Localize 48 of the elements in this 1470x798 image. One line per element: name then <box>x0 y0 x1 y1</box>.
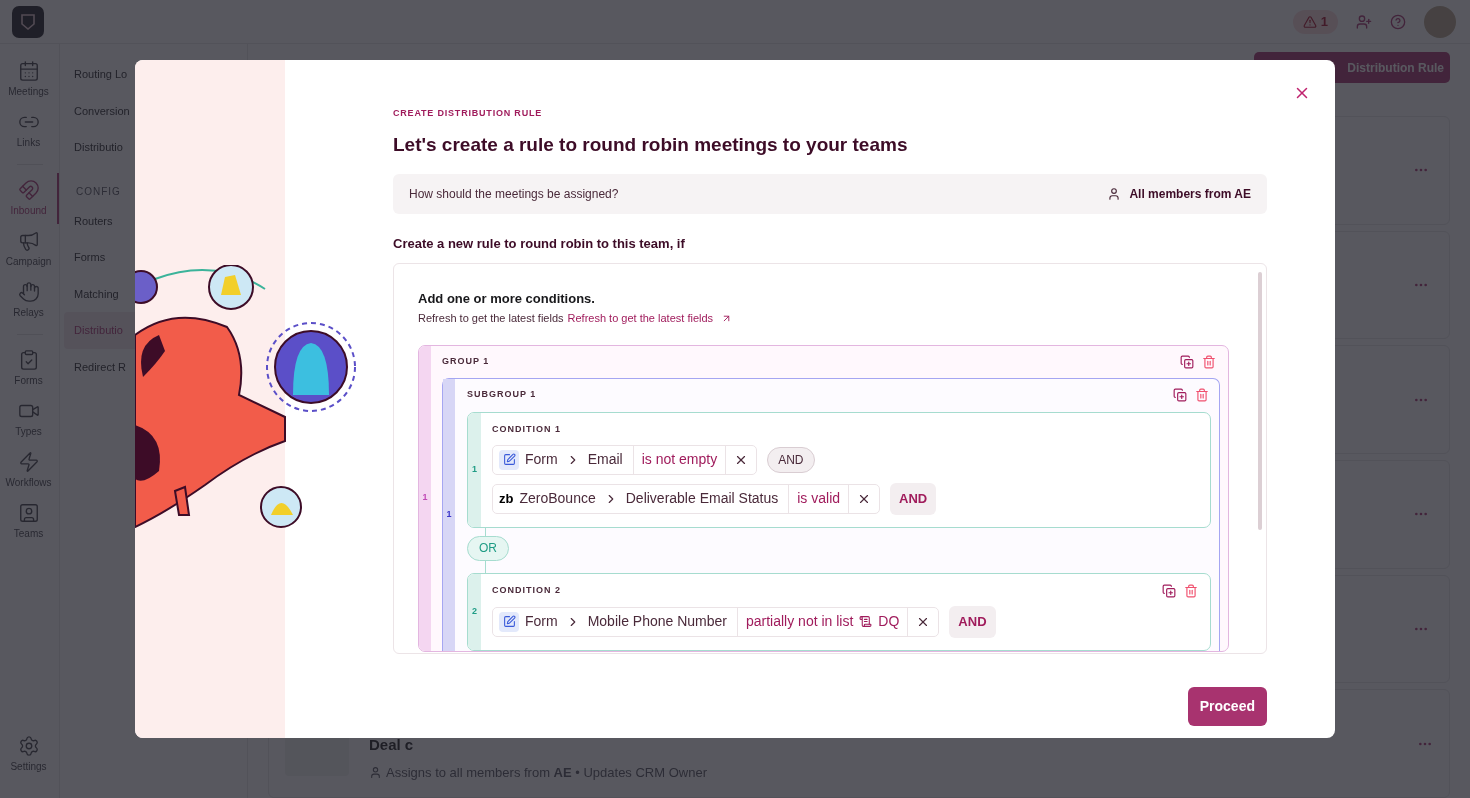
proceed-button[interactable]: Proceed <box>1187 686 1267 726</box>
rule-field[interactable]: Form Email is not empty <box>492 444 758 475</box>
refresh-hint: Refresh to get the latest fields <box>418 311 564 326</box>
eyebrow-text: CREATE DISTRIBUTION RULE <box>393 107 544 120</box>
or-toggle[interactable]: OR <box>467 535 509 561</box>
modal-title: Let's create a rule to round robin meetings to your teams <box>393 132 909 157</box>
condition-label: CONDITION 2 <box>492 583 561 597</box>
group-index: 1 <box>422 491 428 505</box>
logo-text: zb <box>499 489 514 508</box>
conditions-title: Add one or more conditions. <box>418 289 596 308</box>
assign-question: How should the meetings be assigned? <box>409 186 619 203</box>
operator-text: is valid <box>797 489 841 508</box>
add-and-button[interactable]: AND <box>890 482 937 515</box>
condition-index: 1 <box>472 462 477 476</box>
assignment-bar[interactable]: How should the meetings be assigned? All members from AE <box>393 174 1267 214</box>
source-text: Form <box>525 612 558 631</box>
add-and-button[interactable]: AND <box>949 605 996 638</box>
duplicate-button[interactable] <box>1180 354 1194 369</box>
and-toggle[interactable]: AND <box>767 446 815 473</box>
duplicate-button[interactable] <box>1173 387 1187 402</box>
condition-label: CONDITION 1 <box>492 422 561 436</box>
delete-button[interactable] <box>1195 387 1209 402</box>
scrollbar-thumb[interactable] <box>1258 271 1262 530</box>
card-title: Deal c <box>369 735 415 756</box>
rule-prompt: Create a new rule to round robin to this team, if <box>393 235 686 253</box>
refresh-link[interactable]: Refresh to get the latest fields <box>567 310 714 327</box>
subgroup-label: SUBGROUP 1 <box>467 387 537 401</box>
form-icon <box>499 449 519 470</box>
field-text: Deliverable Email Status <box>625 489 780 508</box>
group-label: GROUP 1 <box>442 354 490 368</box>
operator-text: partially not in list <box>745 612 854 631</box>
source-text: ZeroBounce <box>519 489 596 508</box>
rule-field[interactable]: zb ZeroBounce Deliverable Email Status is valid <box>492 483 881 514</box>
duplicate-button[interactable] <box>1162 583 1176 598</box>
operator-text: is not empty <box>641 450 718 469</box>
assignee-text: All members from AE <box>1129 186 1251 203</box>
field-text: Email <box>587 450 624 469</box>
field-text: Mobile Phone Number <box>587 612 728 631</box>
source-text: Form <box>525 450 558 469</box>
user-icon <box>1107 187 1122 201</box>
form-icon <box>499 611 519 632</box>
list-icon <box>859 615 873 628</box>
value-text: DQ <box>878 612 900 631</box>
delete-button[interactable] <box>1202 354 1216 369</box>
delete-button[interactable] <box>1184 583 1198 598</box>
rule-field[interactable]: Form Mobile Phone Number partially not in list DQ <box>492 606 940 637</box>
subgroup-index: 1 <box>446 507 452 521</box>
condition-index: 2 <box>472 604 477 618</box>
